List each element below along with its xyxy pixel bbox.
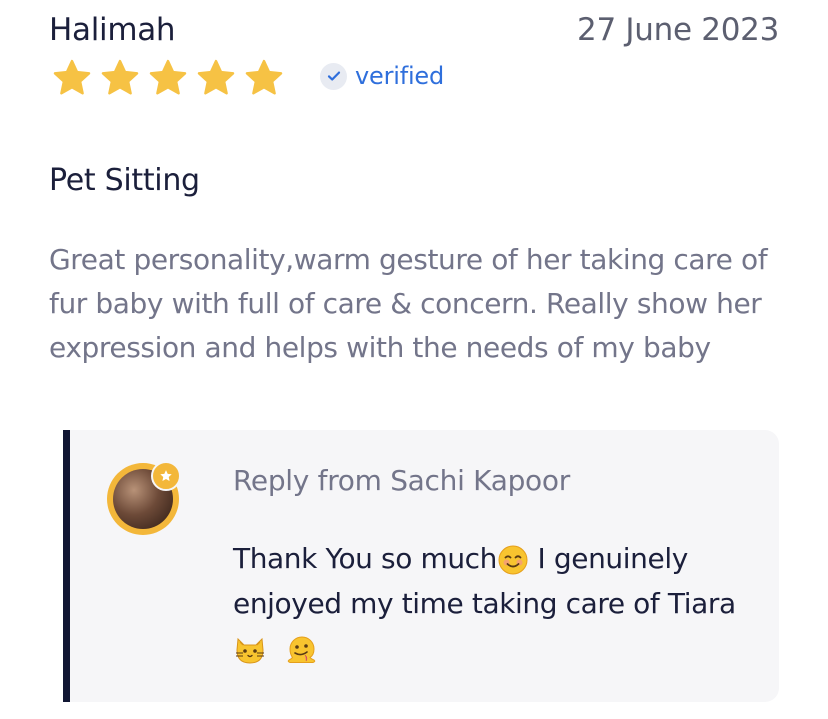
- review-date: 27 June 2023: [577, 12, 779, 48]
- service-title: Pet Sitting: [49, 163, 200, 198]
- checkmark-icon: [320, 62, 347, 90]
- star-badge-icon: [151, 461, 181, 491]
- smiling-face-emoji-icon: [498, 545, 528, 575]
- avatar: [107, 461, 181, 535]
- melting-face-emoji-icon: [287, 636, 316, 663]
- verified-badge: verified: [320, 62, 444, 90]
- reply-text-part1: Thank You so much: [233, 542, 498, 575]
- verified-label: verified: [355, 62, 445, 90]
- star-icon: [197, 59, 235, 95]
- star-icon: [245, 59, 283, 95]
- star-icon: [53, 59, 91, 95]
- reply-header: Reply from Sachi Kapoor: [233, 464, 570, 497]
- reviewer-name: Halimah: [49, 12, 176, 48]
- review-text: Great personality,warm gesture of her ta…: [49, 243, 768, 364]
- star-icon: [101, 59, 139, 95]
- owner-reply: Reply from Sachi Kapoor Thank You so muc…: [63, 430, 779, 702]
- star-icon: [149, 59, 187, 95]
- star-rating: [52, 58, 284, 98]
- cat-face-emoji-icon: [236, 637, 264, 664]
- reply-text: Thank You so much I genuinely enjoyed my…: [233, 536, 773, 671]
